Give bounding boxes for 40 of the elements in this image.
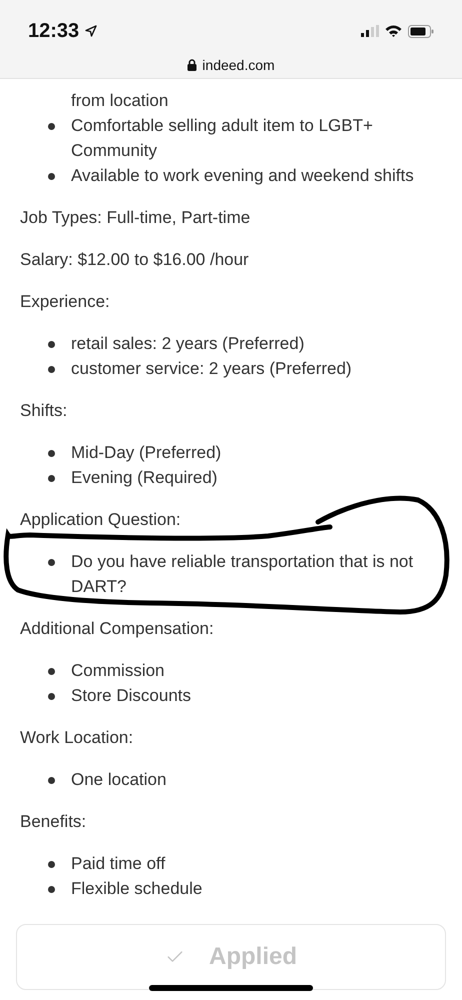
list-item-text: Available to work evening and weekend shifts bbox=[71, 165, 414, 187]
list-item-text: One location bbox=[71, 769, 166, 791]
bullet bbox=[48, 341, 55, 348]
section-heading: Job Types: Full-time, Part-time bbox=[20, 207, 252, 229]
list-item-text: Evening (Required) bbox=[71, 467, 218, 489]
list-item-text: retail sales: 2 years (Preferred) bbox=[71, 333, 304, 355]
location-arrow-icon bbox=[85, 25, 98, 37]
section-heading: Application Question: bbox=[20, 509, 182, 531]
bullet bbox=[48, 861, 55, 868]
signal-icon bbox=[361, 25, 379, 37]
list-item-text: Store Discounts bbox=[71, 685, 191, 707]
battery-icon bbox=[408, 24, 434, 38]
bullet bbox=[48, 450, 55, 457]
section-heading: Benefits: bbox=[20, 811, 88, 833]
url-text[interactable]: indeed.com bbox=[202, 57, 275, 73]
bullet bbox=[48, 123, 55, 130]
bullet bbox=[48, 777, 55, 784]
bullet bbox=[48, 173, 55, 180]
list-item-text: Mid-Day (Preferred) bbox=[71, 442, 222, 464]
bullet bbox=[48, 475, 55, 482]
list-item-text: from location bbox=[71, 90, 168, 112]
lock-icon bbox=[187, 59, 198, 71]
section-heading: Work Location: bbox=[20, 727, 134, 749]
list-item-text: Do you have reliable transportation that is not DART? bbox=[71, 551, 414, 598]
list-item-text: Commission bbox=[71, 660, 165, 682]
bullet bbox=[48, 559, 55, 566]
section-heading: Salary: $12.00 to $16.00 /hour bbox=[20, 249, 250, 271]
bullet bbox=[48, 886, 55, 893]
section-heading: Additional Compensation: bbox=[20, 618, 215, 640]
list-item-text: Comfortable selling adult item to LGBT+ Community bbox=[71, 115, 374, 162]
bullet bbox=[48, 366, 55, 373]
bullet bbox=[48, 693, 55, 700]
list-item-text: Flexible schedule bbox=[71, 878, 202, 900]
list-item-text: Paid time off bbox=[71, 853, 166, 875]
bullet bbox=[48, 668, 55, 675]
list-item-text: customer service: 2 years (Preferred) bbox=[71, 358, 352, 380]
section-heading: Experience: bbox=[20, 291, 111, 313]
wifi-icon bbox=[385, 25, 402, 37]
section-heading: Shifts: bbox=[20, 400, 68, 422]
status-time: 12:33 bbox=[28, 20, 80, 42]
